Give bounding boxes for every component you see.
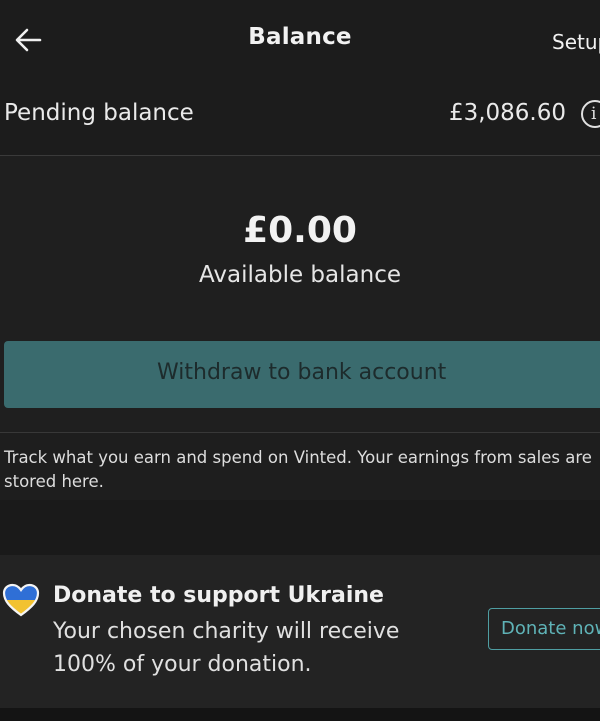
info-icon[interactable]: i (581, 100, 600, 128)
page-title: Balance (248, 24, 352, 50)
top-bar: Balance Setup (0, 0, 600, 80)
withdraw-button-label: Withdraw to bank account (157, 360, 447, 385)
withdraw-button[interactable]: Withdraw to bank account (4, 341, 600, 408)
pending-balance-amount: £3,086.60 (448, 100, 566, 126)
available-balance-card: £0.00 Available balance Withdraw to bank… (0, 156, 600, 433)
donate-description: Your chosen charity will receive 100% of… (53, 619, 400, 677)
balance-info-text: Track what you earn and spend on Vinted.… (4, 448, 592, 491)
available-balance-label: Available balance (199, 262, 401, 288)
donate-card: Donate to support Ukraine Your chosen ch… (0, 555, 600, 721)
bottom-divider (0, 708, 600, 721)
donate-now-button[interactable]: Donate now (488, 608, 600, 650)
section-spacer (0, 500, 600, 555)
donate-title: Donate to support Ukraine (53, 583, 384, 608)
setup-link[interactable]: Setup (552, 30, 600, 54)
donate-now-label: Donate now (501, 618, 600, 639)
pending-balance-row: Pending balance £3,086.60 i (0, 80, 600, 156)
ukraine-heart-icon (2, 583, 40, 617)
pending-balance-label: Pending balance (4, 100, 194, 126)
available-balance-amount: £0.00 (243, 210, 357, 251)
